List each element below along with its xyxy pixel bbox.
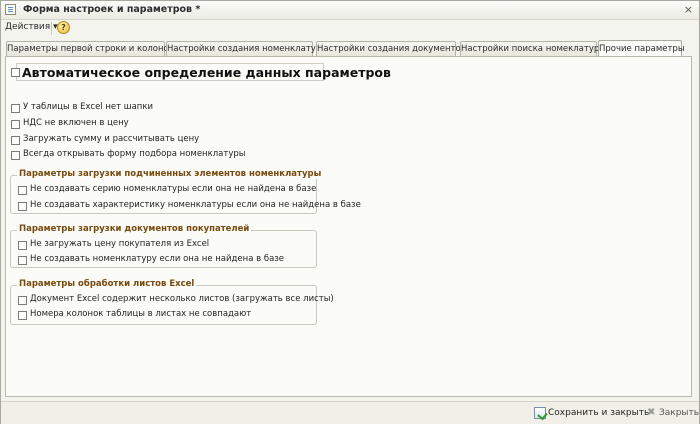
save-and-close-button[interactable]: Сохранить и закрыть [534, 406, 649, 420]
save-and-close-label: Сохранить и закрыть [548, 408, 650, 418]
tab-first-row-params[interactable]: Параметры первой строки и колонок [6, 41, 174, 56]
open-picker-checkbox[interactable] [11, 151, 20, 160]
tab-nomenclature-creation[interactable]: Настройки создания номенклатуры [166, 41, 328, 56]
vat-excluded-checkbox[interactable] [11, 120, 20, 129]
group-title: Параметры загрузки подчиненных элементов… [17, 169, 324, 179]
help-icon[interactable]: ? [57, 21, 70, 34]
actions-menu-label: Действия [5, 22, 51, 32]
group-excel-sheets: Параметры обработки листов Excel [10, 279, 317, 325]
no-header-checkbox[interactable] [11, 104, 20, 113]
footer-bar: Сохранить и закрыть ✖ Закрыть [1, 401, 699, 424]
option-label: Не создавать серию номенклатуры если она… [30, 184, 317, 194]
option-label: Не создавать номенклатуру если она не на… [30, 254, 285, 264]
title-bar: Форма настроек и параметров * × [1, 1, 699, 20]
actions-menu[interactable]: Действия ▾ [5, 22, 58, 32]
toolbar-divider [51, 22, 52, 35]
form-icon [5, 4, 16, 15]
close-label: Закрыть [659, 408, 700, 418]
option-label: У таблицы в Excel нет шапки [23, 102, 154, 112]
columns-mismatch-checkbox[interactable] [18, 311, 27, 320]
form-window: Форма настроек и параметров * × Действия… [0, 0, 700, 424]
no-customer-price-checkbox[interactable] [18, 241, 27, 250]
no-characteristic-checkbox[interactable] [18, 202, 27, 211]
load-sum-checkbox[interactable] [11, 136, 20, 145]
option-label: Не создавать характеристику номенклатуры… [30, 200, 361, 210]
option-label: Документ Excel содержит несколько листов… [30, 294, 334, 304]
tab-document-creation[interactable]: Настройки создания документов [316, 41, 466, 56]
option-label: НДС не включен в цену [23, 118, 129, 128]
tab-other-params[interactable]: Прочие параметры [598, 40, 685, 57]
window-title: Форма настроек и параметров * [23, 4, 201, 15]
no-series-checkbox[interactable] [18, 186, 27, 195]
close-window-icon[interactable]: × [684, 3, 693, 16]
option-label: Номера колонок таблицы в листах не совпа… [30, 309, 252, 319]
option-label: Не загружать цену покупателя из Excel [30, 239, 210, 249]
auto-detect-checkbox[interactable] [11, 68, 20, 77]
close-icon: ✖ [647, 407, 656, 418]
group-title: Параметры обработки листов Excel [17, 279, 197, 289]
no-create-nomenclature-checkbox[interactable] [18, 256, 27, 265]
option-label: Загружать сумму и рассчитывать цену [23, 134, 200, 144]
option-label: Всегда открывать форму подбора номенклат… [23, 149, 246, 159]
tab-nomenclature-search[interactable]: Настройки поиска номеклатуры [460, 41, 606, 56]
close-button[interactable]: ✖ Закрыть [647, 406, 699, 420]
auto-detect-label: Автоматическое определение данных параме… [22, 65, 391, 80]
toolbar: Действия ▾ ? [1, 20, 699, 37]
multiple-sheets-checkbox[interactable] [18, 296, 27, 305]
group-title: Параметры загрузки документов покупателе… [17, 224, 252, 234]
tab-bar: Параметры первой строки и колонок Настро… [5, 40, 695, 57]
save-icon [534, 407, 546, 419]
